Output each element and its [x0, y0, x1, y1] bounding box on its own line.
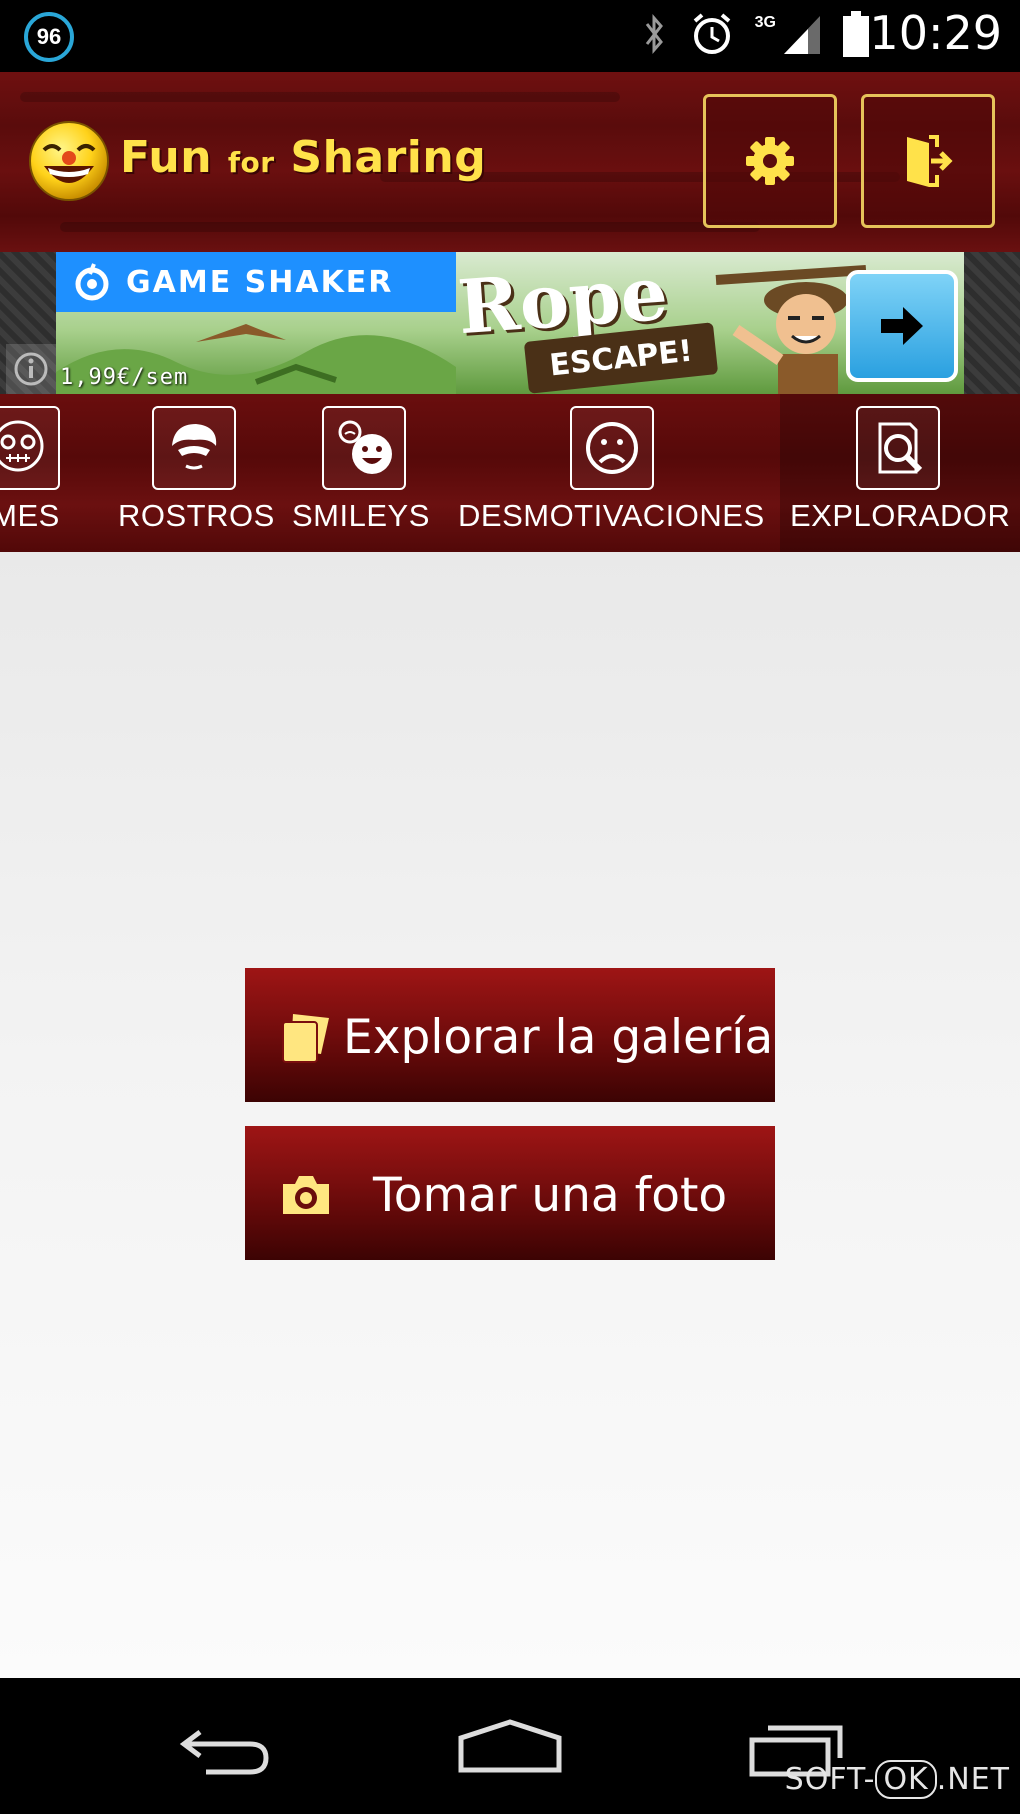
meme-face-icon [0, 406, 60, 490]
take-photo-label: Tomar una foto [373, 1168, 728, 1223]
app-header: Fun for Sharing [0, 72, 1020, 252]
ad-banner[interactable]: GAME SHAKER Rope ESCAPE! 1,99€/sem [56, 252, 964, 394]
network-type: 3G [754, 14, 776, 31]
explorer-search-icon [856, 406, 940, 490]
clock: 10:29 [869, 6, 1002, 60]
status-bar: 96 3G 10:29 [0, 0, 1020, 72]
tab-rostros[interactable]: ROSTROS [112, 394, 280, 552]
ad-price: 1,99€/sem [60, 365, 189, 390]
take-photo-button[interactable]: Tomar una foto [245, 1126, 775, 1260]
watermark-part1: SOFT- [784, 1762, 876, 1797]
home-icon [458, 1719, 562, 1773]
camera-icon [283, 1176, 329, 1214]
logout-button[interactable] [861, 94, 995, 228]
back-button[interactable] [166, 1708, 286, 1788]
logo-laughing-face-icon [29, 121, 109, 201]
battery-icon [842, 10, 870, 62]
tab-label: SMILEYS [292, 498, 430, 533]
ad-brand-label: GAME SHAKER [126, 264, 394, 300]
explorer-panel: Explorar la galería Tomar una foto [0, 552, 1020, 1678]
alarm-icon [689, 11, 735, 62]
header-texture [60, 222, 760, 232]
gallery-folder-icon [282, 1014, 329, 1063]
signal-icon [782, 12, 822, 61]
bluetooth-icon [639, 12, 669, 61]
ad-go-button[interactable] [846, 270, 958, 382]
tab-label: DESMOTIVACIONES [458, 498, 765, 533]
tab-memes[interactable]: EMES [0, 394, 100, 552]
face-icon [152, 406, 236, 490]
tab-explorador[interactable]: EXPLORADOR [780, 394, 1020, 552]
gear-icon [746, 137, 794, 185]
tab-smileys[interactable]: SMILEYS [284, 394, 450, 552]
browse-gallery-button[interactable]: Explorar la galería [245, 968, 775, 1102]
watermark-part3: .NET [936, 1762, 1010, 1797]
smiley-icon [322, 406, 406, 490]
ad-info-button[interactable] [6, 344, 56, 394]
tab-label: EXPLORADOR [790, 498, 1011, 533]
category-tabs: EMES ROSTROS SMILEYS DESMOTIVACIONES EXP… [0, 394, 1020, 552]
watermark-part2: OK [875, 1760, 937, 1799]
settings-button[interactable] [703, 94, 837, 228]
ad-container: GAME SHAKER Rope ESCAPE! 1,99€/sem [0, 252, 1020, 394]
info-icon [14, 352, 48, 386]
watermark: SOFT- OK .NET [784, 1760, 1010, 1799]
back-arrow-icon [179, 1730, 269, 1775]
app-title: Fun for Sharing [120, 132, 486, 183]
app-title-sharing: Sharing [290, 132, 487, 183]
exit-door-icon [907, 135, 953, 187]
tab-desmotivaciones[interactable]: DESMOTIVACIONES [450, 394, 776, 552]
notification-badge: 96 [24, 12, 74, 62]
header-texture [20, 92, 620, 102]
status-icons: 3G [639, 10, 870, 62]
browse-gallery-label: Explorar la galería [343, 1010, 774, 1065]
arrow-right-icon [881, 307, 923, 345]
sad-face-icon [570, 406, 654, 490]
tab-label: EMES [0, 498, 60, 533]
app-title-fun: Fun [120, 132, 213, 183]
ad-brand: GAME SHAKER [56, 252, 456, 312]
app-title-for: for [227, 146, 275, 179]
tab-label: ROSTROS [118, 498, 275, 533]
home-button[interactable] [450, 1708, 570, 1788]
gameshaker-logo-icon [75, 263, 109, 301]
